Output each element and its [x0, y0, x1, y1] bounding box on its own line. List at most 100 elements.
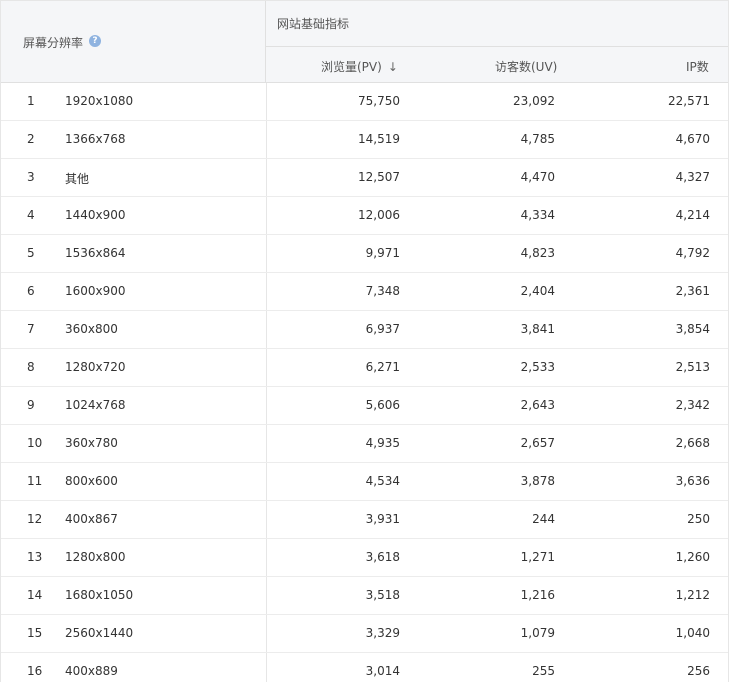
table-row: 8 1280x720 6,271 2,533 2,513	[1, 349, 728, 387]
ip-cell: 1,040	[675, 626, 710, 640]
row-index: 16	[27, 664, 43, 678]
column-separator	[266, 121, 267, 158]
resolution-cell: 其他	[65, 172, 90, 186]
row-index: 1	[27, 94, 35, 108]
column-separator	[266, 653, 267, 682]
row-index: 10	[27, 436, 43, 450]
sort-descending-icon[interactable]: ↓	[388, 60, 398, 74]
resolution-cell: 1920x1080	[65, 94, 134, 108]
table-row: 2 1366x768 14,519 4,785 4,670	[1, 121, 728, 159]
column-separator	[266, 159, 267, 196]
pv-cell: 3,329	[365, 626, 400, 640]
row-index: 7	[27, 322, 35, 336]
help-icon[interactable]: ?	[89, 35, 101, 47]
table-row: 1 1920x1080 75,750 23,092 22,571	[1, 83, 728, 121]
column-header-pv[interactable]: 浏览量(PV) ↓	[321, 58, 398, 75]
pv-cell: 7,348	[365, 284, 400, 298]
uv-cell: 3,878	[520, 474, 555, 488]
dimension-header-cell: 屏幕分辨率 ?	[1, 1, 266, 83]
table-row: 10 360x780 4,935 2,657 2,668	[1, 425, 728, 463]
ip-cell: 3,636	[675, 474, 710, 488]
header-divider	[266, 46, 728, 47]
table-row: 14 1680x1050 3,518 1,216 1,212	[1, 577, 728, 615]
uv-cell: 1,271	[520, 550, 555, 564]
table-header: 屏幕分辨率 ? 网站基础指标 浏览量(PV) ↓ 访客数(UV) IP数	[1, 0, 728, 83]
resolution-cell: 1536x864	[65, 246, 126, 260]
column-separator	[266, 311, 267, 348]
column-separator	[266, 197, 267, 234]
ip-cell: 250	[687, 512, 710, 526]
pv-cell: 75,750	[358, 94, 400, 108]
pv-cell: 3,931	[365, 512, 400, 526]
metrics-group-label: 网站基础指标	[277, 17, 350, 31]
table-row: 12 400x867 3,931 244 250	[1, 501, 728, 539]
row-index: 12	[27, 512, 43, 526]
ip-cell: 2,668	[675, 436, 710, 450]
table-row: 9 1024x768 5,606 2,643 2,342	[1, 387, 728, 425]
column-header-uv[interactable]: 访客数(UV)	[495, 58, 557, 75]
resolution-cell: 400x867	[65, 512, 118, 526]
column-separator	[266, 83, 267, 120]
uv-cell: 2,643	[520, 398, 555, 412]
column-separator	[266, 463, 267, 500]
column-separator	[266, 387, 267, 424]
resolution-cell: 1680x1050	[65, 588, 134, 602]
pv-cell: 3,014	[365, 664, 400, 678]
uv-cell: 4,470	[520, 170, 555, 184]
table-row: 16 400x889 3,014 255 256	[1, 653, 728, 682]
column-separator	[266, 501, 267, 538]
table-row: 11 800x600 4,534 3,878 3,636	[1, 463, 728, 501]
row-index: 15	[27, 626, 43, 640]
uv-cell: 23,092	[513, 94, 555, 108]
column-separator	[266, 425, 267, 462]
row-index: 11	[27, 474, 43, 488]
resolution-cell: 1366x768	[65, 132, 126, 146]
uv-cell: 4,823	[520, 246, 555, 260]
table-row: 6 1600x900 7,348 2,404 2,361	[1, 273, 728, 311]
table-row: 15 2560x1440 3,329 1,079 1,040	[1, 615, 728, 653]
table-row: 7 360x800 6,937 3,841 3,854	[1, 311, 728, 349]
row-index: 4	[27, 208, 35, 222]
uv-cell: 3,841	[520, 322, 555, 336]
ip-cell: 2,361	[675, 284, 710, 298]
dimension-header-label: 屏幕分辨率	[23, 36, 84, 50]
ip-cell: 3,854	[675, 322, 710, 336]
ip-cell: 22,571	[668, 94, 710, 108]
pv-cell: 12,507	[358, 170, 400, 184]
row-index: 6	[27, 284, 35, 298]
ip-cell: 4,792	[675, 246, 710, 260]
ip-cell: 4,670	[675, 132, 710, 146]
pv-cell: 9,971	[365, 246, 400, 260]
uv-cell: 2,404	[520, 284, 555, 298]
uv-cell: 1,079	[520, 626, 555, 640]
pv-cell: 14,519	[358, 132, 400, 146]
table-body: 1 1920x1080 75,750 23,092 22,571 2 1366x768 14,…	[1, 83, 728, 682]
pv-cell: 4,935	[365, 436, 400, 450]
ip-cell: 4,327	[675, 170, 710, 184]
column-separator	[266, 235, 267, 272]
uv-cell: 244	[532, 512, 555, 526]
table-row: 13 1280x800 3,618 1,271 1,260	[1, 539, 728, 577]
uv-cell: 255	[532, 664, 555, 678]
row-index: 14	[27, 588, 43, 602]
column-separator	[266, 273, 267, 310]
row-index: 2	[27, 132, 35, 146]
resolution-cell: 1280x800	[65, 550, 126, 564]
pv-cell: 12,006	[358, 208, 400, 222]
uv-cell: 2,533	[520, 360, 555, 374]
resolution-cell: 400x889	[65, 664, 118, 678]
column-separator	[266, 349, 267, 386]
column-separator	[266, 577, 267, 614]
ip-cell: 4,214	[675, 208, 710, 222]
table-row: 4 1440x900 12,006 4,334 4,214	[1, 197, 728, 235]
column-header-ip[interactable]: IP数	[686, 58, 709, 75]
resolution-cell: 1280x720	[65, 360, 126, 374]
resolution-cell: 1024x768	[65, 398, 126, 412]
pv-cell: 6,271	[365, 360, 400, 374]
row-index: 3	[27, 170, 35, 184]
ip-cell: 256	[687, 664, 710, 678]
column-separator	[266, 539, 267, 576]
pv-cell: 5,606	[365, 398, 400, 412]
pv-cell: 3,618	[365, 550, 400, 564]
row-index: 13	[27, 550, 43, 564]
